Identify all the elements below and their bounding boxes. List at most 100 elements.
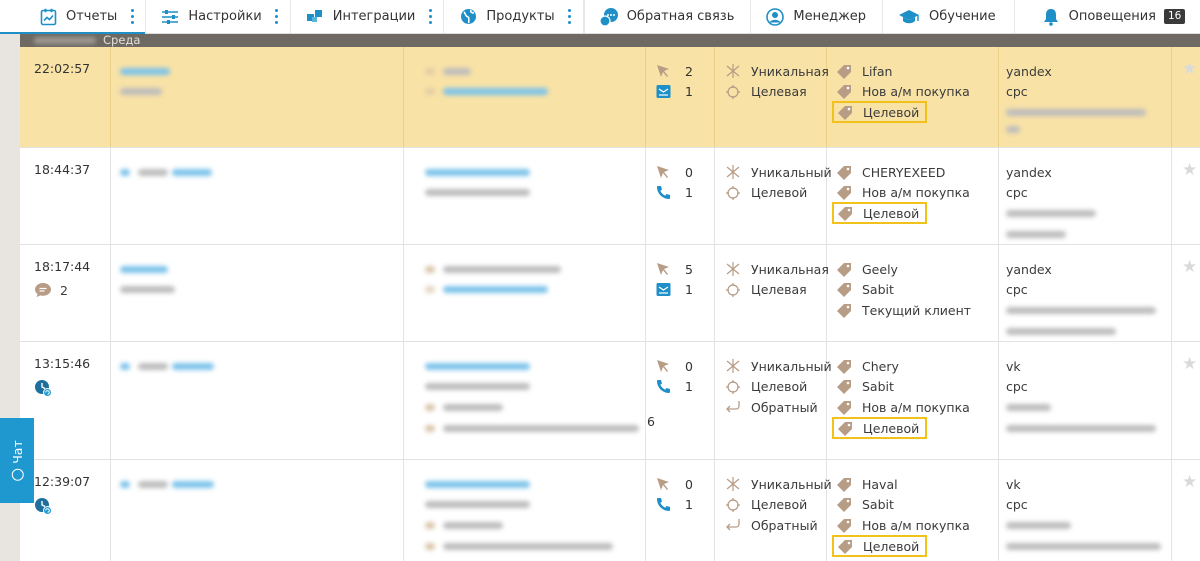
favorite-star-icon[interactable]: ★ xyxy=(1182,472,1197,492)
tag-label[interactable]: Sabit xyxy=(862,497,894,512)
graduation-cap-icon xyxy=(897,7,921,27)
nav-training-label: Обучение xyxy=(929,9,996,24)
notifications-count-badge: 16 xyxy=(1163,9,1186,24)
callback-arrow-icon xyxy=(725,518,745,532)
table-row[interactable]: 13:15:46 6 0 1 Уникальный Целевой Обратн… xyxy=(20,342,1200,460)
sparkle-icon xyxy=(725,164,745,180)
contact-cell xyxy=(404,47,646,147)
tag-icon xyxy=(836,84,856,100)
tag-icon xyxy=(836,165,856,180)
tag-label: Целевой xyxy=(863,205,920,221)
source-label: yandex xyxy=(1006,63,1052,79)
nav-manager[interactable]: Менеджер xyxy=(751,0,884,33)
type-label: Целевая xyxy=(751,282,807,298)
calls-count: 1 xyxy=(685,497,693,513)
tags-cell: Haval Sabit Нов а/м покупка Целевой xyxy=(827,460,999,561)
sparkle-icon xyxy=(725,476,745,492)
highlighted-tag[interactable]: Целевой xyxy=(832,202,928,225)
tag-label[interactable]: CHERYEXEED xyxy=(862,165,945,180)
sparkle-icon xyxy=(725,63,745,79)
nav-training[interactable]: Обучение xyxy=(883,0,1015,33)
table-row[interactable]: 22:02:57 2 1 Уникальная Целевая Lifan Но… xyxy=(20,47,1200,148)
nav-products[interactable]: Продукты xyxy=(444,0,584,33)
activity-cell: 0 1 xyxy=(646,148,715,244)
tag-label[interactable]: Нов а/м покупка xyxy=(862,185,970,200)
source-label: vk xyxy=(1006,358,1021,374)
nav-feedback[interactable]: Обратная связь xyxy=(583,0,752,33)
medium-label: cpc xyxy=(1006,379,1028,395)
type-label: Уникальная xyxy=(751,261,829,277)
chat-messages[interactable]: 2 xyxy=(34,282,110,298)
favorite-star-icon[interactable]: ★ xyxy=(1182,354,1197,374)
callback-arrow-icon xyxy=(725,400,745,414)
type-label: Уникальный xyxy=(751,358,832,374)
type-cell: Уникальный Целевой xyxy=(715,148,832,244)
chat-tab-button[interactable]: Чат xyxy=(0,418,34,503)
source-cell: yandex cpc xyxy=(999,148,1172,244)
favorite-star-icon[interactable]: ★ xyxy=(1182,160,1197,180)
activity-cell: 5 1 xyxy=(646,245,715,341)
reports-more-icon[interactable] xyxy=(129,9,135,24)
settings-more-icon[interactable] xyxy=(274,9,280,24)
type-cell: Уникальная Целевая xyxy=(715,47,829,147)
nav-feedback-label: Обратная связь xyxy=(626,9,735,24)
nav-integrations[interactable]: Интеграции xyxy=(291,0,445,33)
clicks-count: 0 xyxy=(685,164,693,180)
nav-manager-label: Менеджер xyxy=(793,9,867,24)
source-cell: vk cpc xyxy=(999,460,1172,561)
activity-cell: 0 1 xyxy=(646,342,715,459)
tag-label[interactable]: Sabit xyxy=(862,379,894,394)
type-cell: Уникальная Целевая xyxy=(715,245,829,341)
globe-icon xyxy=(458,7,478,27)
tag-label[interactable]: Chery xyxy=(862,359,899,374)
nav-settings[interactable]: Настройки xyxy=(146,0,291,33)
tag-label[interactable]: Sabit xyxy=(862,282,894,297)
tag-icon xyxy=(836,262,856,277)
tag-label: Целевой xyxy=(863,104,920,120)
tag-label[interactable]: Geely xyxy=(862,262,898,277)
type-label: Целевой xyxy=(751,497,808,513)
table-row[interactable]: 18:17:44 2 5 1 Уникальная Целевая Geely … xyxy=(20,245,1200,342)
clock-sync-icon xyxy=(35,380,52,397)
tag-label[interactable]: Текущий клиент xyxy=(862,303,971,318)
highlighted-tag[interactable]: Целевой xyxy=(832,101,928,124)
integrations-more-icon[interactable] xyxy=(427,9,433,24)
tag-label[interactable]: Нов а/м покупка xyxy=(862,84,970,99)
favorite-star-icon[interactable]: ★ xyxy=(1182,257,1197,277)
date-text-redacted xyxy=(34,37,96,44)
call-time: 12:39:07 xyxy=(34,474,91,489)
chat-tab-label: Чат xyxy=(9,440,25,464)
cursor-icon xyxy=(656,477,676,491)
nav-notifications[interactable]: Оповещения 16 xyxy=(1015,0,1200,33)
source-label: yandex xyxy=(1006,261,1052,277)
tag-label[interactable]: Lifan xyxy=(862,64,892,79)
tag-label[interactable]: Нов а/м покупка xyxy=(862,400,970,415)
tag-icon xyxy=(836,497,856,513)
tag-label[interactable]: Haval xyxy=(862,477,898,492)
tags-cell: Geely Sabit Текущий клиент xyxy=(827,245,999,341)
products-more-icon[interactable] xyxy=(567,9,573,24)
call-time: 13:15:46 xyxy=(34,356,91,371)
favorite-star-icon[interactable]: ★ xyxy=(1182,59,1197,79)
clicks-count: 0 xyxy=(685,358,693,374)
redacted-client-id xyxy=(172,480,214,488)
nav-reports[interactable]: Отчеты xyxy=(0,0,147,34)
table-row[interactable]: 18:44:37 0 1 Уникальный Целевой CHERYEXE… xyxy=(20,148,1200,245)
tag-label[interactable]: Нов а/м покупка xyxy=(862,518,970,533)
table-row[interactable]: 12:39:07 0 1 Уникальный Целевой Обратный… xyxy=(20,460,1200,561)
phone-icon xyxy=(656,185,676,200)
highlighted-tag[interactable]: Целевой xyxy=(832,417,928,440)
requests-count: 1 xyxy=(685,84,693,100)
sliders-icon xyxy=(160,7,180,27)
highlighted-tag[interactable]: Целевой xyxy=(832,535,928,558)
client-cell xyxy=(111,245,404,341)
tag-icon xyxy=(836,303,856,318)
redacted-phone xyxy=(425,501,530,509)
tags-cell: Chery Sabit Нов а/м покупка Целевой xyxy=(827,342,999,459)
top-navigation: Отчеты Настройки Интеграции Продукты Обр… xyxy=(0,0,1200,34)
source-label: yandex xyxy=(1006,164,1052,180)
tag-icon xyxy=(836,379,856,395)
medium-label: cpc xyxy=(1006,185,1028,201)
client-cell xyxy=(111,47,404,147)
redacted-phone xyxy=(425,168,530,176)
